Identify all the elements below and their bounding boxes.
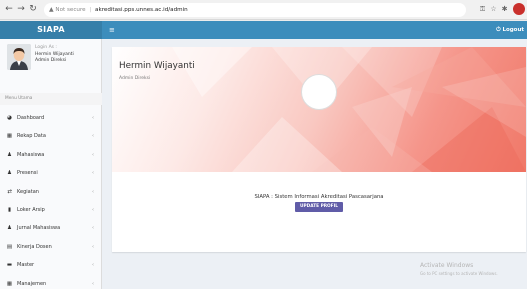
- sidebar-item-label: Rekap Data: [17, 133, 46, 140]
- sidebar-item-rekap-data[interactable]: ▦ Rekap Data ‹: [0, 127, 102, 145]
- chevron-left-icon: ‹: [92, 262, 94, 269]
- profile-name: Hermin Wijayanti: [119, 61, 195, 71]
- sidebar-item-dashboard[interactable]: ◕ Dashboard ‹: [0, 109, 102, 127]
- extension-icon[interactable]: ✱: [500, 4, 509, 15]
- sidebar-item-label: Manajemen: [17, 280, 47, 287]
- sidebar-item-mahasiswa[interactable]: ♟ Mahasiswa ‹: [0, 146, 102, 164]
- sidebar-item-presensi[interactable]: ♟ Presensi ‹: [0, 164, 102, 182]
- database-icon: ▬: [6, 262, 13, 269]
- sidebar-item-loker-arsip[interactable]: ▮ Loker Arsip ‹: [0, 201, 102, 219]
- student-icon: ♟: [7, 151, 12, 158]
- sidebar-item-jurnal-mahasiswa[interactable]: ♟ Jurnal Mahasiswa ‹: [0, 219, 102, 237]
- browser-toolbar: ← → ↻ ▲ Not secure | akreditasi.pps.unne…: [0, 0, 527, 20]
- chevron-left-icon: ‹: [92, 170, 94, 177]
- logout-button[interactable]: ⏻ Logout: [496, 21, 524, 39]
- menu-header: Menu Utama: [0, 93, 102, 105]
- warning-icon: ▲: [49, 6, 54, 13]
- security-label: Not secure: [55, 7, 86, 13]
- chevron-left-icon: ‹: [92, 225, 94, 232]
- user-icon: ♟: [7, 170, 12, 177]
- sidebar-item-label: Kegiatan: [17, 188, 39, 195]
- hamburger-icon[interactable]: ≡: [109, 21, 115, 39]
- student-icon: ♟: [7, 225, 12, 232]
- app-header: SIAPA ≡ ⏻ Logout: [0, 21, 527, 39]
- user-info: Login As : Hermin Wijayanti Admin Direks…: [35, 45, 74, 65]
- user-role: Admin Direksi: [35, 58, 67, 63]
- sidebar-item-label: Mahasiswa: [17, 151, 45, 158]
- book-icon: ▤: [6, 243, 13, 250]
- profile-role: Admin Direksi: [119, 76, 151, 81]
- arrow-left-icon[interactable]: ←: [4, 4, 14, 15]
- profile-hero-banner: Hermin Wijayanti Admin Direksi: [112, 47, 526, 172]
- chevron-left-icon: ‹: [92, 115, 94, 121]
- sidebar-item-label: Loker Arsip: [17, 206, 45, 213]
- key-icon[interactable]: ⚿: [478, 4, 487, 15]
- chevron-left-icon: ‹: [92, 188, 94, 195]
- chevron-left-icon: ‹: [92, 280, 94, 287]
- dashboard-icon: ◕: [7, 115, 12, 121]
- star-icon[interactable]: ☆: [489, 4, 498, 15]
- user-avatar: [7, 44, 31, 70]
- sidebar: Login As : Hermin Wijayanti Admin Direks…: [0, 39, 102, 289]
- brand-logo[interactable]: SIAPA: [0, 21, 102, 39]
- browser-profile-avatar[interactable]: [513, 3, 525, 15]
- url-separator: |: [89, 7, 92, 13]
- sidebar-item-label: Dashboard: [17, 115, 45, 121]
- arrow-right-icon[interactable]: →: [16, 4, 26, 15]
- main-content: Hermin Wijayanti Admin Direksi SIAPA : S…: [102, 39, 527, 289]
- system-title: SIAPA : Sistem Informasi Akreditasi Pasc…: [254, 194, 384, 200]
- windows-activation-watermark: Activate Windows Go to PC settings to ac…: [420, 262, 498, 277]
- logout-label: Logout: [502, 27, 524, 33]
- user-panel: Login As : Hermin Wijayanti Admin Direks…: [0, 39, 102, 84]
- address-bar[interactable]: ▲ Not secure | akreditasi.pps.unnes.ac.i…: [44, 3, 466, 17]
- sidebar-item-label: Jurnal Mahasiswa: [17, 225, 61, 232]
- table-icon: ▦: [6, 280, 13, 287]
- chevron-left-icon: ‹: [92, 243, 94, 250]
- sidebar-item-kegiatan[interactable]: ⇄ Kegiatan ‹: [0, 183, 102, 201]
- exchange-icon: ⇄: [7, 188, 12, 195]
- table-icon: ▦: [6, 133, 13, 140]
- bookmark-icon: ▮: [7, 206, 12, 213]
- sidebar-item-label: Presensi: [17, 170, 38, 177]
- sidebar-item-kinerja-dosen[interactable]: ▤ Kinerja Dosen ‹: [0, 238, 102, 256]
- chevron-left-icon: ‹: [92, 206, 94, 213]
- watermark-subtitle: Go to PC settings to activate Windows.: [420, 270, 498, 276]
- sidebar-menu: ◕ Dashboard ‹ ▦ Rekap Data ‹ ♟ Mahasiswa…: [0, 109, 102, 289]
- sidebar-item-label: Kinerja Dosen: [17, 243, 52, 250]
- reload-icon[interactable]: ↻: [28, 4, 38, 15]
- url-text: akreditasi.pps.unnes.ac.id/admin: [95, 7, 188, 13]
- sidebar-item-master[interactable]: ▬ Master ‹: [0, 256, 102, 274]
- profile-card: Hermin Wijayanti Admin Direksi SIAPA : S…: [112, 47, 526, 252]
- update-profile-button[interactable]: UPDATE PROFIL: [295, 202, 343, 212]
- watermark-title: Activate Windows: [420, 262, 474, 269]
- sidebar-item-manajemen[interactable]: ▦ Manajemen ‹: [0, 275, 102, 289]
- sidebar-item-label: Master: [17, 262, 35, 269]
- profile-avatar: [301, 74, 337, 110]
- chevron-left-icon: ‹: [92, 133, 94, 140]
- chevron-left-icon: ‹: [92, 151, 94, 158]
